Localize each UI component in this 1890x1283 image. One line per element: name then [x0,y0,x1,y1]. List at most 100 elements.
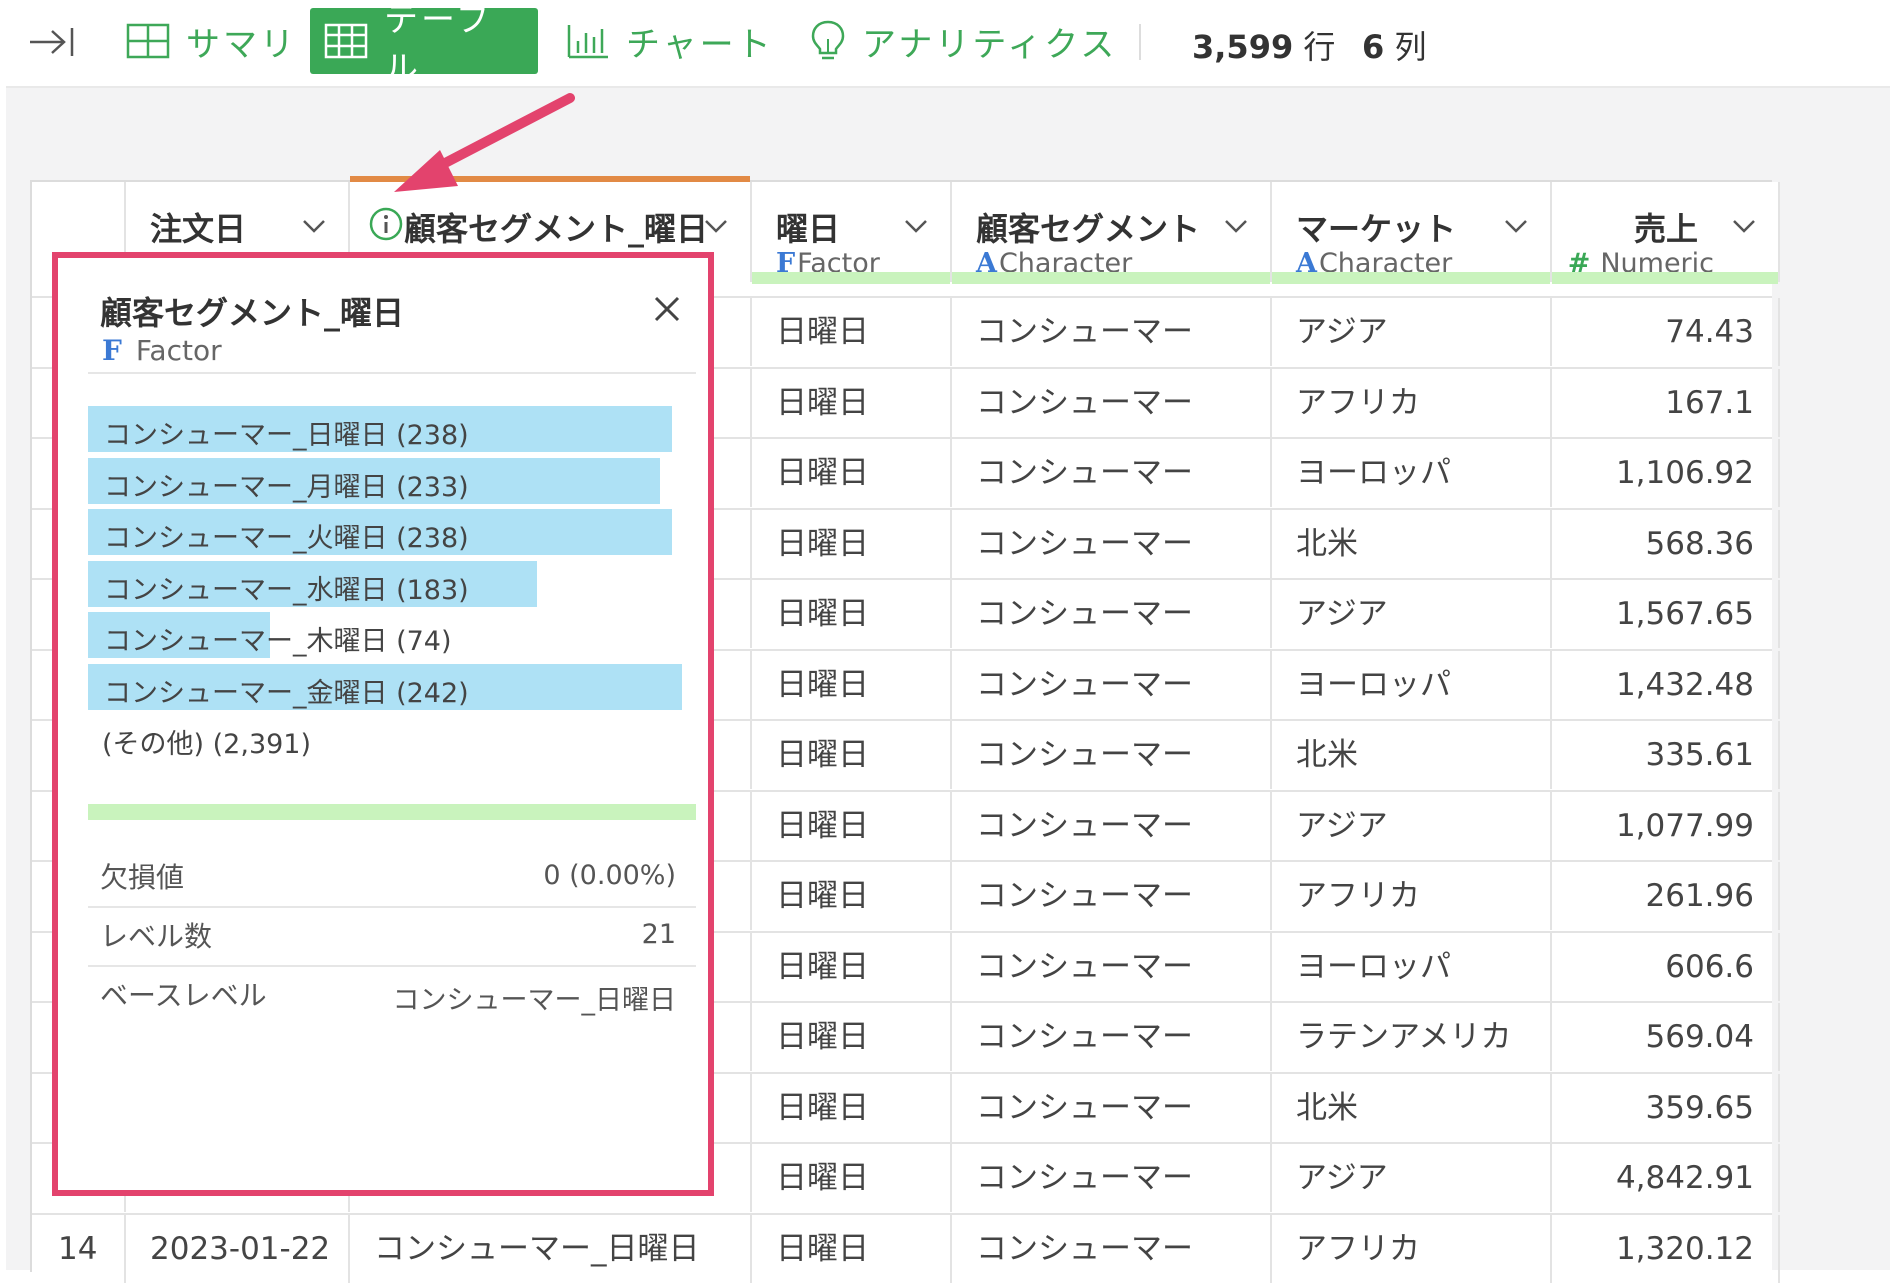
table-cell: コンシューマー_日曜日 [350,1214,752,1283]
stat-label: レベル数 [100,920,213,953]
lightbulb-icon [811,20,845,60]
table-cell: 日曜日 [752,1003,952,1071]
close-icon[interactable] [652,294,682,324]
table-cell: コンシューマー [952,862,1272,930]
table-cell: 14 [32,1214,126,1283]
table-cell: アジア [1272,298,1552,366]
table-cell: 74.43 [1552,298,1780,366]
level-label: コンシューマー_木曜日 (74) [104,626,452,658]
table-cell: アフリカ [1272,368,1552,437]
table-cell: 北米 [1272,509,1552,578]
column-summary-popup: 顧客セグメント_曜日 F Factor コンシューマー_日曜日 (238) コンシュ… [52,252,714,1196]
table-icon [324,23,368,59]
table-cell: コンシューマー [952,1144,1272,1212]
column-count: 6 列 [1362,22,1426,68]
level-item[interactable]: コンシューマー_日曜日 (238) [88,406,696,452]
row-count-value: 3,599 [1192,28,1294,66]
table-cell: 1,077.99 [1552,791,1780,860]
table-cell: コンシューマー [952,721,1272,789]
other-levels: (その他) (2,391) [102,729,312,760]
level-item[interactable]: コンシューマー_金曜日 (242) [88,664,696,710]
column-name: 注文日 [150,210,247,248]
column-header[interactable]: マーケット ACharacter [1272,182,1552,284]
stat-value: 0 (0.00%) [543,860,676,891]
table-cell: コンシューマー [952,509,1272,578]
chevron-down-icon[interactable] [702,212,730,240]
table-cell: コンシューマー [952,580,1272,648]
column-header[interactable]: 顧客セグメント ACharacter [952,182,1272,284]
table-cell: 日曜日 [752,1073,952,1142]
popup-type-label: Factor [135,334,222,367]
column-count-value: 6 [1362,28,1385,66]
level-label: コンシューマー_火曜日 (238) [104,523,469,555]
tab-label: テーブル [384,0,493,89]
table-cell: 568.36 [1552,509,1780,578]
bar-chart-icon [567,25,608,59]
tab-chart[interactable]: チャート [552,8,788,74]
table-cell: コンシューマー [952,791,1272,860]
column-name: 顧客セグメント_曜日 [404,210,709,248]
column-name: 売上 [1633,210,1698,248]
level-item[interactable]: コンシューマー_火曜日 (238) [88,509,696,556]
table-cell: アフリカ [1272,862,1552,930]
tab-analytics[interactable]: アナリティクス [796,8,1131,74]
table-cell: 4,842.91 [1552,1144,1780,1212]
column-header[interactable]: 曜日 FFactor [752,182,952,284]
table-cell: 日曜日 [752,650,952,719]
chevron-down-icon[interactable] [1730,212,1758,240]
level-item[interactable]: コンシューマー_水曜日 (183) [88,560,696,607]
table-cell: コンシューマー [952,1073,1272,1142]
level-item[interactable]: コンシューマー_木曜日 (74) [88,612,696,659]
table-cell: 日曜日 [752,298,952,366]
info-icon[interactable] [368,206,404,242]
table-cell: 167.1 [1552,368,1780,437]
table-cell: 日曜日 [752,932,952,1001]
table-cell: 日曜日 [752,862,952,930]
column-name: マーケット [1296,210,1457,248]
level-label: コンシューマー_金曜日 (242) [104,678,469,709]
table-cell: 1,567.65 [1552,580,1780,648]
table-cell: ヨーロッパ [1272,932,1552,1001]
table-cell: ヨーロッパ [1272,439,1552,507]
level-label: コンシューマー_日曜日 (238) [104,420,469,451]
table-cell: 1,106.92 [1552,439,1780,507]
table-cell: 日曜日 [752,1214,952,1283]
tab-table[interactable]: テーブル [310,0,538,89]
table-cell: 606.6 [1552,932,1780,1001]
popup-type: F Factor [102,334,222,367]
chevron-down-icon[interactable] [300,212,328,240]
column-header[interactable]: 売上 # Numeric [1552,182,1780,284]
toolbar-divider [1139,24,1141,60]
table-cell: 1,432.48 [1552,650,1780,719]
stat-label: ベースレベル [100,979,267,1012]
tab-label: チャート [626,24,774,65]
collapse-sidebar-icon[interactable] [28,22,76,62]
chevron-down-icon[interactable] [1502,212,1530,240]
table-cell: アフリカ [1272,1214,1552,1283]
table-cell: アジア [1272,1144,1552,1212]
data-quality-bar [88,804,696,820]
table-cell: 359.65 [1552,1073,1780,1142]
factor-type-icon: F [102,334,122,367]
stat-divider [88,965,696,967]
stat-value: 21 [641,919,676,950]
table-cell: 335.61 [1552,721,1780,789]
row-count: 3,599 行 [1192,22,1335,68]
level-item[interactable]: コンシューマー_月曜日 (233) [88,457,696,504]
popup-divider [88,372,696,374]
tab-summary[interactable]: サマリ [112,8,311,74]
column-count-unit: 列 [1394,28,1427,66]
table-cell: コンシューマー [952,932,1272,1001]
table-cell: ラテンアメリカ [1272,1003,1552,1071]
chevron-down-icon[interactable] [1222,212,1250,240]
table-cell: 1,320.12 [1552,1214,1780,1283]
level-label: コンシューマー_月曜日 (233) [104,471,469,503]
table-cell: 日曜日 [752,721,952,789]
tab-label: アナリティクス [862,24,1118,65]
table-cell: 日曜日 [752,580,952,648]
chevron-down-icon[interactable] [902,212,930,240]
level-label: コンシューマー_水曜日 (183) [104,574,469,606]
table-row[interactable]: 14 2023-01-22 コンシューマー_日曜日 日曜日 コンシューマー アフリカ 1,3… [32,1212,1780,1283]
table-cell: 北米 [1272,721,1552,789]
toolbar: サマリ テーブル チャート アナリティクス 3,599 行 6 列 [0,0,1890,89]
